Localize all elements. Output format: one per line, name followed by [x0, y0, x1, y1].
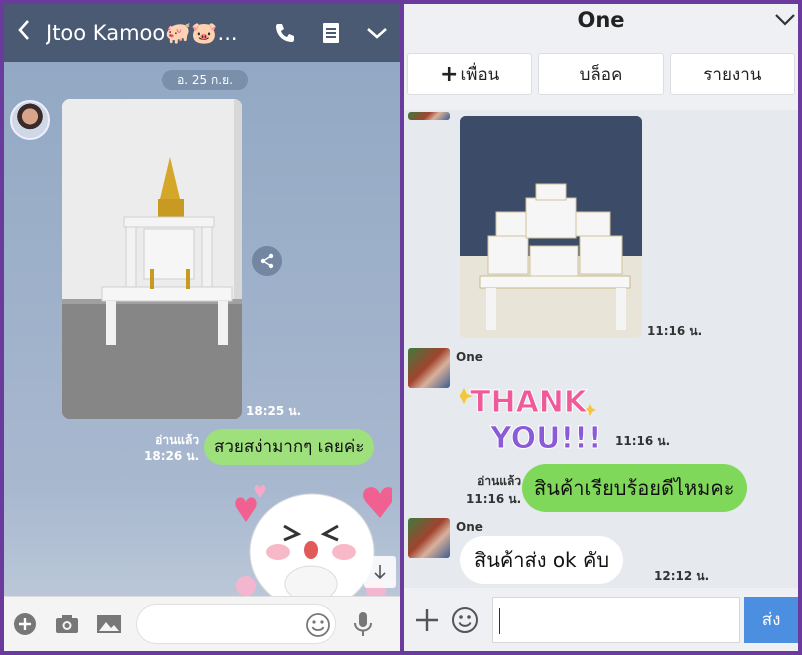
notes-icon[interactable] — [308, 22, 354, 44]
shared-photo[interactable] — [62, 99, 242, 419]
camera-icon[interactable] — [46, 613, 88, 635]
back-icon[interactable] — [4, 4, 44, 62]
message-time: 12:12 น. — [654, 569, 710, 583]
shared-photo[interactable] — [460, 116, 642, 338]
message-time: 18:25 น. — [246, 404, 302, 418]
thank-you-sticker[interactable]: THANK YOU!!! — [455, 374, 602, 457]
chat-title: Jtoo Kamoo🐖🐷... — [46, 20, 238, 45]
tab-label: รายงาน — [703, 64, 762, 85]
plus-icon: + — [440, 61, 459, 87]
avatar[interactable] — [10, 100, 50, 140]
plus-icon[interactable] — [408, 607, 446, 633]
avatar — [408, 112, 450, 120]
chat-header: One — [404, 4, 798, 44]
read-label: อ่านแล้ว — [155, 433, 200, 447]
left-chat-screen: Jtoo Kamoo🐖🐷... อ. 25 ก.ย. 18:25 น. อ่าน… — [4, 4, 400, 651]
message-time: 11:16 น. — [466, 492, 522, 506]
tab-label: บล็อค — [579, 64, 623, 85]
sticker-text-thank: THANK — [470, 385, 589, 420]
chevron-down-icon[interactable] — [774, 12, 796, 31]
smile-icon[interactable] — [446, 606, 484, 634]
message-time: 11:16 น. — [615, 434, 671, 448]
sender-name: One — [456, 350, 483, 364]
microphone-icon[interactable] — [342, 611, 384, 637]
message-time: 18:26 น. — [144, 449, 200, 463]
chat-header: Jtoo Kamoo🐖🐷... — [4, 4, 400, 62]
share-icon[interactable] — [252, 246, 282, 276]
received-message-bubble[interactable]: สินค้าส่ง ok คับ — [460, 536, 624, 584]
message-input[interactable] — [491, 596, 741, 643]
action-tabs: + เพื่อน บล็อค รายงาน — [404, 50, 798, 98]
sender-name: One — [456, 520, 483, 534]
message-input[interactable] — [136, 604, 336, 644]
message-composer — [4, 596, 400, 651]
add-friend-button[interactable]: + เพื่อน — [407, 53, 533, 95]
date-separator: อ. 25 ก.ย. — [162, 70, 248, 90]
plus-icon[interactable] — [4, 612, 46, 636]
report-button[interactable]: รายงาน — [669, 53, 795, 95]
read-label: อ่านแล้ว — [477, 474, 522, 488]
phone-icon[interactable] — [262, 21, 308, 45]
sticker-text-you: YOU!!! — [489, 421, 600, 454]
sent-message-bubble[interactable]: สินค้าเรียบร้อยดีไหมคะ — [522, 464, 747, 512]
read-receipt: อ่านแล้ว 11:16 น. — [466, 472, 521, 508]
tab-label: เพื่อน — [460, 64, 500, 85]
avatar[interactable] — [408, 518, 450, 558]
text-caret — [498, 607, 500, 634]
message-composer: ส่ง — [404, 588, 798, 651]
read-receipt: อ่านแล้ว 18:26 น. — [144, 432, 199, 464]
sent-message-bubble[interactable]: สวยสง่ามากๆ เลยค่ะ — [204, 429, 375, 465]
scroll-down-icon[interactable] — [364, 556, 396, 588]
image-icon[interactable] — [88, 613, 130, 635]
message-time: 11:16 น. — [647, 324, 703, 338]
avatar[interactable] — [408, 348, 450, 388]
block-button[interactable]: บล็อค — [538, 53, 664, 95]
smile-icon[interactable] — [305, 612, 331, 642]
send-button[interactable]: ส่ง — [744, 596, 798, 643]
right-chat-screen: One + เพื่อน บล็อค รายงาน 11:16 น. One T… — [404, 4, 798, 651]
chevron-down-icon[interactable] — [354, 25, 400, 41]
chat-title: One — [577, 8, 625, 32]
